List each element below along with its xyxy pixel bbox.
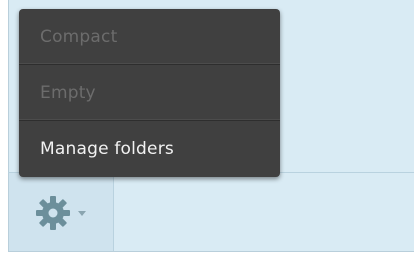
gear-icon [36, 196, 70, 230]
settings-dropdown-menu: Compact Empty Manage folders [19, 9, 280, 177]
menu-item-empty: Empty [19, 65, 280, 121]
caret-down-icon [78, 211, 86, 216]
toolbar-separator [113, 173, 114, 251]
menu-item-compact: Compact [19, 9, 280, 65]
settings-menu-button[interactable] [34, 191, 104, 235]
menu-item-manage-folders[interactable]: Manage folders [19, 121, 280, 177]
